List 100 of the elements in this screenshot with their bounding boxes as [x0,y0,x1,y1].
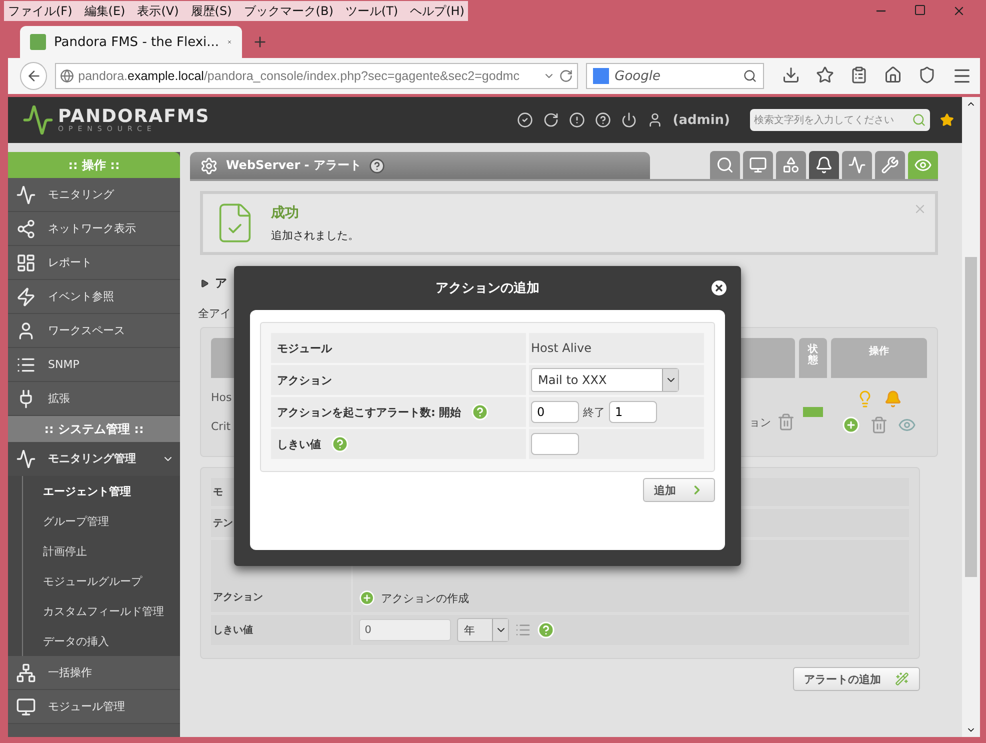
help-icon [537,621,555,639]
help-icon[interactable] [594,112,611,128]
reload-icon[interactable] [558,69,573,83]
field-label: モ [213,486,223,499]
menu-item[interactable]: 表示(V) [137,2,179,20]
logo-text: PANDORAFMS [58,108,210,126]
add-icon [359,590,375,606]
field-label: アクション [277,372,332,388]
search-icon[interactable] [743,69,757,83]
wrench-icon[interactable] [875,151,905,179]
sidebar-item[interactable]: ワークスペース [8,314,180,348]
field-label: しきい値 [277,436,321,452]
close-icon[interactable] [709,278,729,298]
clipboard-icon[interactable] [850,66,868,84]
add-icon[interactable] [842,416,860,434]
search-field[interactable]: Google [586,63,764,89]
logo-icon [22,104,54,136]
sidebar-icon [14,662,38,682]
input-field[interactable]: 0 [531,401,579,423]
add-button[interactable]: 追加 [643,478,715,502]
sidebar-subitem[interactable]: カスタムフィールド管理 [22,596,180,626]
new-tab-icon[interactable] [252,34,268,50]
eye-icon[interactable] [908,151,938,179]
sidebar-subitem[interactable]: グループ管理 [22,506,180,536]
add-alert-button[interactable]: アラートの追加 [793,667,920,691]
download-icon[interactable] [782,66,800,84]
table-cell: ョン [749,414,771,430]
back-arrow-icon [26,68,42,84]
home-icon[interactable] [884,66,902,84]
table-header: 状態 [799,338,827,378]
monitor-icon[interactable] [743,151,773,179]
menu-item[interactable]: ファイル(F) [8,2,72,20]
search-engine-icon [592,68,609,84]
notice-message: 追加されました。 [271,228,359,242]
field-label: 終了 [583,404,605,420]
sidebar-item[interactable]: モジュール管理 [8,690,180,724]
expand-icon[interactable] [200,279,209,288]
menu-item[interactable]: 編集(E) [84,2,126,20]
shapes-icon[interactable] [776,151,806,179]
caret-icon [492,619,508,641]
menu-item[interactable]: ブックマーク(B) [244,2,334,20]
scroll-thumb[interactable] [965,257,977,577]
page-title: WebServer - アラート [226,157,362,174]
sidebar-icon [14,696,38,716]
input-field[interactable] [531,433,579,455]
bookmark-icon[interactable] [816,66,834,84]
notice-title: 成功 [271,204,300,222]
back-button[interactable] [20,62,48,90]
alert-icon[interactable] [568,112,585,128]
address-field[interactable]: pandora.example.local/pandora_console/index.php?sec=gagente&sec2=godmc [55,63,578,89]
sidebar-item[interactable]: モニタリング [8,178,180,212]
chart-icon[interactable] [842,151,872,179]
scrollbar[interactable] [962,97,980,737]
sidebar-section-title: :: システム管理 :: [8,416,180,442]
user-name[interactable]: (admin) [672,112,730,128]
sidebar-subitem[interactable]: モジュールグループ [22,566,180,596]
unit-select[interactable]: 年 [457,618,509,642]
sidebar-item[interactable]: 一括操作 [8,656,180,690]
sidebar-section-title: :: 操作 :: [8,152,180,178]
maximize-icon[interactable] [914,4,926,18]
bell-icon[interactable] [809,151,839,179]
favicon-icon [30,34,46,50]
sidebar-item[interactable]: レポート [8,246,180,280]
field-label: アクションを起こすアラート数: 開始 [277,404,462,420]
sidebar-item[interactable]: イベント参照 [8,280,180,314]
field-label: テン [213,517,233,530]
input-field[interactable]: 0 [359,619,451,641]
browser-tab[interactable]: Pandora FMS - the Flexi... [20,26,242,58]
help-icon [369,158,386,174]
check-icon[interactable] [516,112,533,128]
user-icon[interactable] [646,112,663,128]
section-toggle[interactable]: ア [215,275,227,292]
sidebar-item[interactable]: モニタリング管理 [8,442,180,476]
sidebar-item[interactable]: 拡張 [8,382,180,416]
table-cell: Crit [211,420,232,433]
sidebar-subitem[interactable]: 計画停止 [22,536,180,566]
sidebar-item[interactable]: ネットワーク表示 [8,212,180,246]
star-icon[interactable] [940,113,954,127]
field-label: アクション [213,591,263,604]
menu-item[interactable]: 履歴(S) [190,2,232,20]
table-cell: Host Alive [529,333,704,363]
table-cell: Hos [211,391,232,404]
create-action-link[interactable]: アクションの作成 [381,591,469,606]
menu-item[interactable]: ヘルプ(H) [410,2,464,20]
sidebar-icon [14,184,38,204]
caret-icon [662,369,678,391]
list-icon [515,622,531,638]
sidebar-subitem[interactable]: エージェント管理 [22,476,180,506]
input-field[interactable]: 1 [609,401,657,423]
search-icon[interactable] [710,151,740,179]
shield-icon[interactable] [918,66,936,84]
globe-icon [60,69,74,83]
field-label: しきい値 [213,624,253,637]
menu-item[interactable]: ツール(T) [345,2,398,20]
refresh-icon[interactable] [542,112,559,128]
select-field[interactable]: Mail to XXX [531,368,679,392]
wand-icon [895,672,909,686]
sidebar-item[interactable]: SNMP [8,348,180,382]
power-icon[interactable] [620,112,637,128]
dialog-title: アクションの追加 [436,280,540,297]
